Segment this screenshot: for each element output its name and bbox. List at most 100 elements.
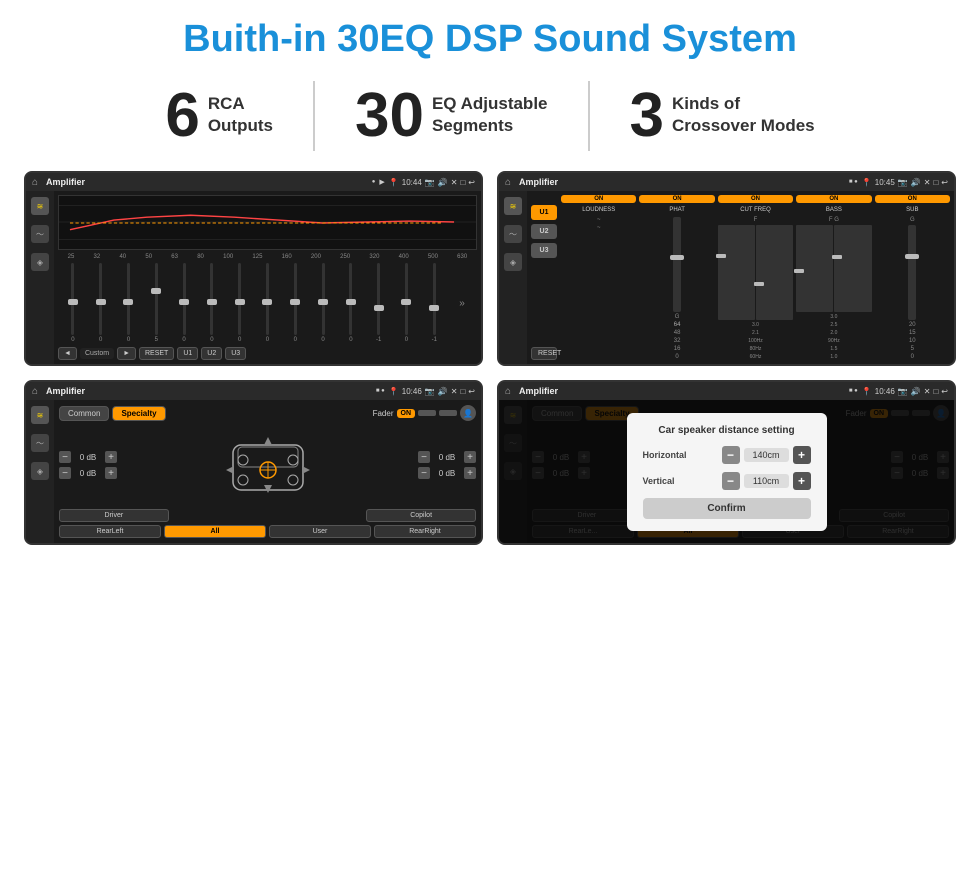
eq-slider-1[interactable]: 0 <box>60 263 86 343</box>
dialog-vertical-value: 110cm <box>744 474 789 488</box>
db-minus-2[interactable]: − <box>59 467 71 479</box>
xo-copilot-btn[interactable]: Copilot <box>366 509 476 522</box>
db-right-row-1: − 0 dB + <box>418 451 476 463</box>
amp-sidebar-icon-3[interactable]: ◈ <box>504 253 522 271</box>
db-right-row-2: − 0 dB + <box>418 467 476 479</box>
eq-prev-btn[interactable]: ◄ <box>58 347 77 360</box>
db-minus-r2[interactable]: − <box>418 467 430 479</box>
dialog-horizontal-plus[interactable]: + <box>793 446 811 464</box>
eq-u1-btn[interactable]: U1 <box>177 347 198 360</box>
eq-status-icons: 📍 10:44 📷 🔊 ✕ □ ↩ <box>389 178 475 187</box>
fader-slider-h1[interactable] <box>418 410 436 416</box>
db-plus-r1[interactable]: + <box>464 451 476 463</box>
stat-rca: 6 RCA Outputs <box>125 85 313 147</box>
xo-avatar-btn[interactable]: 👤 <box>460 405 476 421</box>
eq-time: 10:44 <box>402 178 422 187</box>
eq-slider-13[interactable]: 0 <box>394 263 420 343</box>
eq-slider-14[interactable]: -1 <box>421 263 447 343</box>
eq-slider-4[interactable]: 5 <box>143 263 169 343</box>
sub-slider <box>908 225 916 320</box>
eq-slider-10[interactable]: 0 <box>310 263 336 343</box>
dialog-confirm-btn[interactable]: Confirm <box>643 498 811 519</box>
db-minus-r1[interactable]: − <box>418 451 430 463</box>
xo-sidebar-icon-3[interactable]: ◈ <box>31 462 49 480</box>
eq-sidebar: ≋ 〜 ◈ <box>26 191 54 364</box>
xo-tab-common[interactable]: Common <box>59 406 109 421</box>
dialog-horizontal-label: Horizontal <box>643 450 687 460</box>
xo-sidebar-icon-2[interactable]: 〜 <box>31 434 49 452</box>
dialog-vertical-minus[interactable]: − <box>722 472 740 490</box>
db-plus-2[interactable]: + <box>105 467 117 479</box>
eq-slider-7[interactable]: 0 <box>227 263 253 343</box>
eq-slider-2[interactable]: 0 <box>88 263 114 343</box>
sub-toggle[interactable]: ON <box>875 195 950 203</box>
eq-main: 253240506380 100125160200250320 40050063… <box>54 191 481 364</box>
xo-content: ≋ 〜 ◈ Common Specialty Fader ON 👤 <box>26 400 481 543</box>
xo-user-btn[interactable]: User <box>269 525 371 538</box>
xo-rearleft-btn[interactable]: RearLeft <box>59 525 161 538</box>
eq-play: ▶ <box>379 178 384 186</box>
stat-text-eq: EQ Adjustable Segments <box>432 85 548 137</box>
cutfreq-toggle[interactable]: ON <box>718 195 793 203</box>
bass-label: BASS <box>826 207 842 213</box>
eq-sidebar-icon-3[interactable]: ◈ <box>31 253 49 271</box>
amp-sidebar-icon-1[interactable]: ≋ <box>504 197 522 215</box>
loudness-toggle[interactable]: ON <box>561 195 636 203</box>
amp-bass-col: ON BASS F G 3.0 2.5 2.0 90Hz 1.5 1.0 <box>796 195 871 360</box>
eq-expand-btn[interactable]: » <box>449 263 475 343</box>
eq-slider-5[interactable]: 0 <box>171 263 197 343</box>
stats-row: 6 RCA Outputs 30 EQ Adjustable Segments … <box>0 71 980 163</box>
eq-u3-btn[interactable]: U3 <box>225 347 246 360</box>
eq-sliders-row: 0 0 0 5 0 0 0 0 0 0 0 -1 0 -1 » <box>58 263 477 343</box>
amp-controls-grid: ON LOUDNESS ~ ~ ON PHAT <box>561 195 950 360</box>
xo-all-btn[interactable]: All <box>164 525 266 538</box>
eq-slider-6[interactable]: 0 <box>199 263 225 343</box>
amp-reset-btn[interactable]: RESET <box>531 347 557 360</box>
eq-slider-3[interactable]: 0 <box>116 263 142 343</box>
amp-preset-u2[interactable]: U2 <box>531 224 557 239</box>
dialog-vertical-plus[interactable]: + <box>793 472 811 490</box>
dlg-home-icon: ⌂ <box>505 386 511 397</box>
xo-tab-specialty[interactable]: Specialty <box>112 406 165 421</box>
eq-slider-12[interactable]: -1 <box>366 263 392 343</box>
eq-sidebar-icon-1[interactable]: ≋ <box>31 197 49 215</box>
phat-toggle[interactable]: ON <box>639 195 714 203</box>
eq-reset-btn[interactable]: RESET <box>139 347 174 360</box>
eq-slider-11[interactable]: 0 <box>338 263 364 343</box>
db-minus-1[interactable]: − <box>59 451 71 463</box>
sub-label: SUB <box>906 207 918 213</box>
amp-preset-u3[interactable]: U3 <box>531 243 557 258</box>
stat-crossover: 3 Kinds of Crossover Modes <box>590 85 855 147</box>
db-plus-1[interactable]: + <box>105 451 117 463</box>
eq-graph <box>58 195 477 250</box>
eq-next-btn[interactable]: ► <box>117 347 136 360</box>
dialog-overlay: Car speaker distance setting Horizontal … <box>499 400 954 543</box>
dialog-horizontal-row: Horizontal − 140cm + <box>643 446 811 464</box>
stat-number-3: 3 <box>630 85 664 147</box>
dialog-horizontal-minus[interactable]: − <box>722 446 740 464</box>
amp-presets: U1 U2 U3 RESET <box>531 205 557 360</box>
stat-number-6: 6 <box>165 85 199 147</box>
db-plus-r2[interactable]: + <box>464 467 476 479</box>
db-left-row-1: − 0 dB + <box>59 451 117 463</box>
xo-rearright-btn[interactable]: RearRight <box>374 525 476 538</box>
eq-sidebar-icon-2[interactable]: 〜 <box>31 225 49 243</box>
xo-driver-btn[interactable]: Driver <box>59 509 169 522</box>
xo-sidebar-icon-1[interactable]: ≋ <box>31 406 49 424</box>
db-value-r2: 0 dB <box>433 469 461 478</box>
eq-slider-8[interactable]: 0 <box>255 263 281 343</box>
amp-preset-u1[interactable]: U1 <box>531 205 557 220</box>
amp-time: 10:45 <box>875 178 895 187</box>
bass-toggle[interactable]: ON <box>796 195 871 203</box>
xo-bottom-row-2: RearLeft All User RearRight <box>59 525 476 538</box>
amp-cutfreq-col: ON CUT FREQ F 3.0 2.1 100Hz 80Hz 60Hz <box>718 195 793 360</box>
dialog-vertical-input: − 110cm + <box>722 472 811 490</box>
fader-slider-h2[interactable] <box>439 410 457 416</box>
eq-u2-btn[interactable]: U2 <box>201 347 222 360</box>
page-title: Buith-in 30EQ DSP Sound System <box>0 0 980 71</box>
amp-status-bar: ⌂ Amplifier ■ ● 📍 10:45 📷 🔊 ✕ □ ↩ <box>499 173 954 191</box>
stat-eq: 30 EQ Adjustable Segments <box>315 85 588 147</box>
eq-slider-9[interactable]: 0 <box>282 263 308 343</box>
db-value-2: 0 dB <box>74 469 102 478</box>
amp-sidebar-icon-2[interactable]: 〜 <box>504 225 522 243</box>
